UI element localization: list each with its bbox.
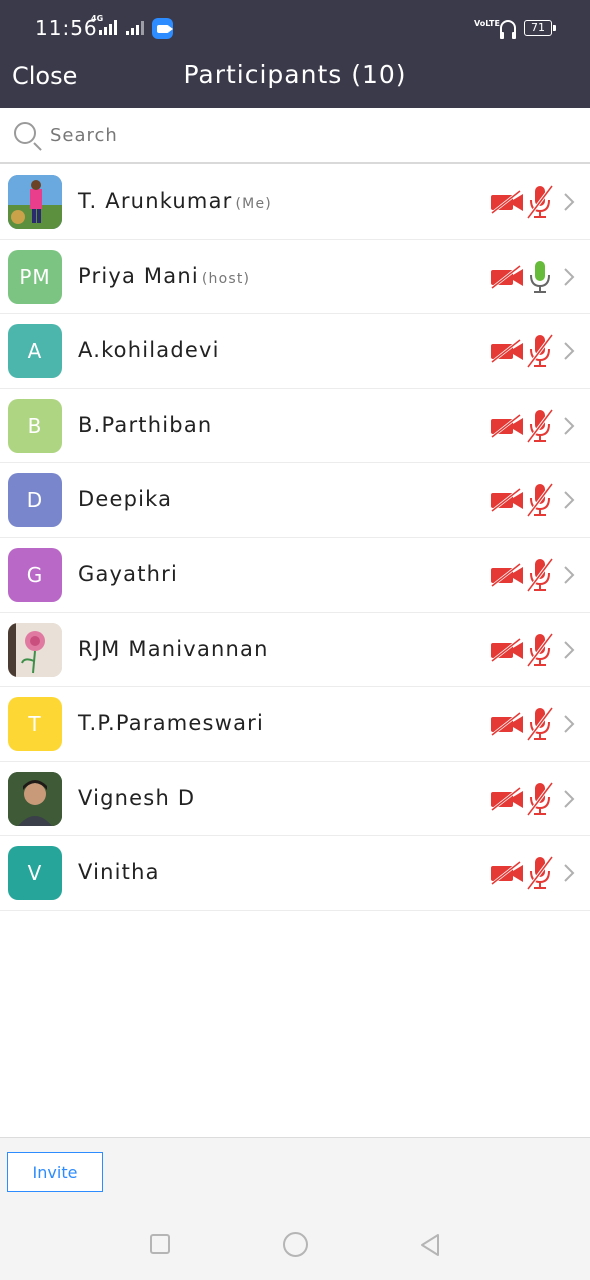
mic-muted-icon [526, 557, 554, 593]
avatar-initials: B [27, 413, 43, 438]
home-nav-icon[interactable] [283, 1232, 308, 1257]
participant-name: T.P.Parameswari [78, 711, 264, 736]
chevron-right-icon[interactable] [562, 341, 576, 361]
participant-row[interactable]: V Vinitha [0, 836, 590, 911]
participant-row[interactable]: T T.P.Parameswari [0, 687, 590, 762]
avatar: B [8, 398, 62, 453]
signal-icon [99, 19, 117, 35]
top-bar: 11:56 4G VoLTE 71 Participants (10) Clos… [0, 0, 590, 108]
chevron-right-icon[interactable] [562, 863, 576, 883]
footer: Invite [0, 1137, 590, 1280]
participant-name: A.kohiladevi [78, 338, 220, 363]
video-off-icon [491, 861, 523, 886]
participant-name: RJM Manivannan [78, 636, 269, 661]
recents-nav-icon[interactable] [150, 1234, 170, 1254]
avatar: PM [8, 249, 62, 304]
avatar-initials: D [26, 488, 44, 513]
participant-row[interactable]: T. Arunkumar (Me) [0, 165, 590, 240]
mic-active-icon [530, 260, 550, 293]
participant-name-container: Priya Mani (host) [78, 264, 250, 288]
video-off-icon [491, 413, 523, 438]
chevron-right-icon[interactable] [562, 416, 576, 436]
video-off-icon [491, 562, 523, 587]
participant-name-container: T. Arunkumar (Me) [78, 189, 272, 213]
mic-muted-icon [526, 707, 554, 742]
participant-row[interactable]: A A.kohiladevi [0, 314, 590, 389]
avatar [8, 771, 62, 826]
participant-name: Priya Mani [78, 263, 199, 288]
avatar: D [8, 473, 62, 528]
back-nav-icon[interactable] [418, 1232, 442, 1258]
participant-name-container: Vignesh D [78, 786, 195, 810]
participant-row[interactable]: G Gayathri [0, 538, 590, 613]
zoom-app-icon [152, 18, 173, 39]
participant-role-tag: (Me) [235, 196, 272, 212]
avatar-initials: T [28, 712, 42, 737]
video-off-icon [491, 637, 523, 662]
video-off-icon [491, 190, 523, 214]
signal-icon-2 [126, 19, 144, 35]
avatar-initials: A [27, 339, 43, 364]
participant-role-tag: (host) [201, 270, 251, 287]
video-off-icon [491, 712, 523, 737]
participant-name: Vinitha [78, 860, 160, 885]
status-time: 11:56 [35, 16, 98, 40]
video-off-icon [491, 488, 523, 513]
participant-name: Gayathri [78, 561, 179, 586]
avatar-initials: G [26, 562, 44, 587]
participant-name: B.Parthiban [78, 412, 213, 437]
mic-muted-icon [526, 632, 554, 667]
avatar: V [8, 846, 62, 901]
chevron-right-icon[interactable] [562, 490, 576, 510]
status-bar: 11:56 4G VoLTE 71 [0, 0, 590, 56]
avatar: T [8, 697, 62, 752]
page-title: Participants (10) [183, 60, 407, 89]
video-off-icon [491, 339, 523, 364]
avatar-initials: PM [19, 264, 51, 289]
mic-muted-icon [526, 408, 554, 443]
chevron-right-icon[interactable] [562, 714, 576, 734]
search-bar [0, 108, 590, 164]
participant-name-container: B.Parthiban [78, 413, 212, 437]
chevron-right-icon[interactable] [562, 267, 576, 287]
battery-icon: 71 [524, 20, 556, 36]
participant-name: T. Arunkumar [78, 189, 233, 213]
chevron-right-icon[interactable] [562, 565, 576, 585]
participant-row[interactable]: PM Priya Mani (host) [0, 240, 590, 315]
participant-name-container: A.kohiladevi [78, 338, 220, 362]
invite-button[interactable]: Invite [7, 1152, 103, 1192]
participant-row[interactable]: RJM Manivannan [0, 613, 590, 688]
avatar [8, 622, 62, 677]
participant-name: Vignesh D [78, 785, 196, 810]
close-button[interactable]: Close [12, 62, 77, 90]
participant-row[interactable]: B B.Parthiban [0, 389, 590, 464]
search-input[interactable] [50, 120, 570, 150]
avatar: A [8, 324, 62, 379]
mic-muted-icon [526, 781, 554, 816]
participant-name-container: Deepika [78, 487, 172, 511]
participant-row[interactable]: D Deepika [0, 463, 590, 538]
participant-list: T. Arunkumar (Me) PM Priya Mani (host) A A.koh… [0, 165, 590, 911]
participant-name-container: Gayathri [78, 562, 178, 586]
participant-name: Deepika [78, 487, 173, 512]
avatar [8, 175, 62, 229]
headphone-icon [500, 20, 516, 39]
chevron-right-icon[interactable] [562, 640, 576, 660]
search-icon [14, 122, 36, 144]
volte-indicator: VoLTE [474, 19, 500, 28]
mic-muted-icon [526, 334, 554, 369]
participant-row[interactable]: Vignesh D [0, 762, 590, 837]
chevron-right-icon[interactable] [562, 192, 576, 212]
mic-muted-icon [526, 184, 554, 220]
chevron-right-icon[interactable] [562, 789, 576, 809]
participant-name-container: RJM Manivannan [78, 637, 269, 661]
participant-name-container: Vinitha [78, 860, 160, 884]
avatar: G [8, 547, 62, 602]
participant-name-container: T.P.Parameswari [78, 711, 264, 735]
avatar-initials: V [27, 861, 43, 886]
video-off-icon [491, 264, 523, 289]
mic-muted-icon [526, 856, 554, 891]
video-off-icon [491, 786, 523, 811]
mic-muted-icon [526, 483, 554, 518]
